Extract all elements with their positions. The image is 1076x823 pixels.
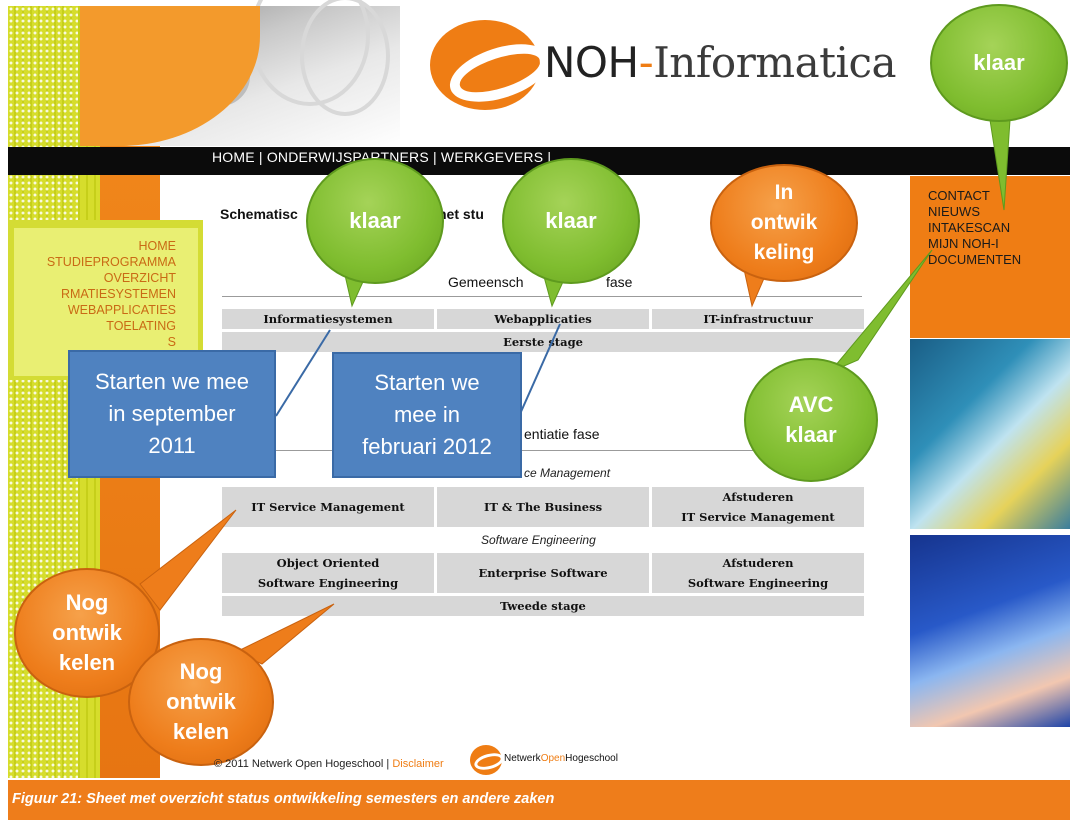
subsection-software-engineering: Software Engineering — [481, 533, 596, 547]
callout-nog1-line2: ontwik — [52, 620, 122, 645]
callout-nog-ontwikkelen-2: Nog ontwik kelen — [128, 638, 274, 766]
page-heading-end: het stu — [438, 206, 484, 222]
left-menu-item-informatiesystemen[interactable]: RMATIESYSTEMEN — [0, 286, 176, 302]
callout-nog1-line1: Nog — [65, 590, 109, 615]
callout-avc-line2: klaar — [785, 422, 837, 447]
left-menu-item-toelating[interactable]: TOELATING — [0, 318, 176, 334]
callout-klaar-top: klaar — [930, 4, 1068, 122]
figure-caption: Figuur 21: Sheet met overzicht status on… — [12, 791, 555, 807]
feb-line1: Starten we — [374, 370, 480, 395]
cell-object-oriented-se[interactable]: Object Oriented Software Engineering — [222, 553, 434, 593]
cell-afstuderen-se-line2: Software Engineering — [687, 576, 829, 590]
cell-afstuderen-itsm-line1: Afstuderen — [722, 490, 794, 504]
cell-afstuderen-se-line1: Afstuderen — [722, 556, 794, 570]
sept-line2: in september — [108, 401, 236, 426]
callout-nog2-line3: kelen — [172, 719, 230, 744]
nho-logo-text: NetwerkOpenHogeschool — [504, 753, 618, 764]
footer-copyright: © 2011 Netwerk Open Hogeschool | — [214, 758, 390, 770]
page-footer: © 2011 Netwerk Open Hogeschool | Disclai… — [214, 758, 444, 770]
callout-in-ontwikkeling-line2: ontwik — [750, 211, 818, 234]
phase1-title-start: Gemeensch — [448, 274, 524, 290]
callout-nog2-line2: ontwik — [166, 689, 236, 714]
left-menu-item-s[interactable]: S — [0, 334, 176, 350]
cell-it-infrastructuur[interactable]: IT-infrastructuur — [652, 309, 864, 329]
cell-webapplicaties[interactable]: Webapplicaties — [437, 309, 649, 329]
right-menu-item-mijn-noh-i[interactable]: MIJN NOH-I — [928, 236, 1021, 252]
callout-in-ontwikkeling: In ontwik keling — [710, 164, 858, 282]
right-menu-item-contact[interactable]: CONTACT — [928, 188, 1021, 204]
nho-footer-logo[interactable]: NetwerkOpenHogeschool — [470, 745, 640, 775]
right-menu-item-nieuws[interactable]: NIEUWS — [928, 204, 1021, 220]
phase1-divider — [222, 296, 862, 297]
callout-start-februari-2012: Starten we mee in februari 2012 — [332, 352, 522, 478]
page-heading-start: Schematisc — [220, 206, 298, 222]
feb-line2: mee in — [393, 402, 461, 427]
feb-line3: februari 2012 — [362, 434, 492, 459]
subsection-it-service-management: ce Management — [524, 466, 611, 480]
callout-nog1-line3: kelen — [58, 650, 116, 675]
cell-afstuderen-se[interactable]: Afstuderen Software Engineering — [652, 553, 864, 593]
noh-informatica-logo[interactable]: NOH-Informatica — [430, 20, 900, 110]
callout-start-september-2011: Starten we mee in september 2011 — [68, 350, 276, 478]
sept-line3: 2011 — [148, 433, 196, 458]
nho-logo-mark-icon — [470, 745, 502, 775]
footer-disclaimer-link[interactable]: Disclaimer — [392, 758, 443, 770]
cell-it-and-the-business[interactable]: IT & The Business — [437, 487, 649, 527]
logo-text: NOH-Informatica — [544, 38, 897, 87]
cell-oose-line2: Software Engineering — [257, 576, 399, 590]
cell-oose-line1: Object Oriented — [276, 556, 380, 570]
left-menu-item-studieprogramma[interactable]: STUDIEPROGRAMMA — [0, 254, 176, 270]
cell-tweede-stage[interactable]: Tweede stage — [222, 596, 864, 616]
callout-avc-line1: AVC — [788, 392, 834, 417]
callout-nog2-line1: Nog — [179, 659, 223, 684]
cell-eerste-stage[interactable]: Eerste stage — [222, 332, 864, 352]
callout-in-ontwikkeling-line3: keling — [753, 241, 815, 264]
callout-klaar-informatiesystemen: klaar — [306, 158, 444, 284]
left-menu-item-home[interactable]: HOME — [0, 238, 177, 254]
student-photo — [910, 339, 1070, 529]
callout-avc-klaar: AVC klaar — [744, 358, 878, 482]
left-menu-item-overzicht[interactable]: OVERZICHT — [0, 270, 176, 286]
right-menu-item-documenten[interactable]: DOCUMENTEN — [928, 252, 1021, 268]
phase1-title-end: fase — [606, 274, 633, 290]
logo-mark-icon — [430, 20, 540, 110]
callout-in-ontwikkeling-line1: In — [774, 181, 794, 204]
right-menu-item-intakescan[interactable]: INTAKESCAN — [928, 220, 1021, 236]
phase2-title: entiatie fase — [524, 426, 600, 442]
cell-afstuderen-itsm[interactable]: Afstuderen IT Service Management — [652, 487, 864, 527]
cell-enterprise-software[interactable]: Enterprise Software — [437, 553, 649, 593]
keyboard-photo — [910, 535, 1070, 727]
cell-it-service-management[interactable]: IT Service Management — [222, 487, 434, 527]
right-menu: CONTACT NIEUWS INTAKESCAN MIJN NOH-I DOC… — [928, 188, 1021, 268]
cell-informatiesystemen[interactable]: Informatiesystemen — [222, 309, 434, 329]
cell-afstuderen-itsm-line2: IT Service Management — [681, 510, 835, 524]
sept-line1: Starten we mee — [94, 369, 250, 394]
callout-klaar-webapplicaties: klaar — [502, 158, 640, 284]
left-menu: HOME STUDIEPROGRAMMA OVERZICHT RMATIESYS… — [0, 238, 176, 366]
left-menu-item-webapplicaties[interactable]: WEBAPPLICATIES — [0, 302, 176, 318]
